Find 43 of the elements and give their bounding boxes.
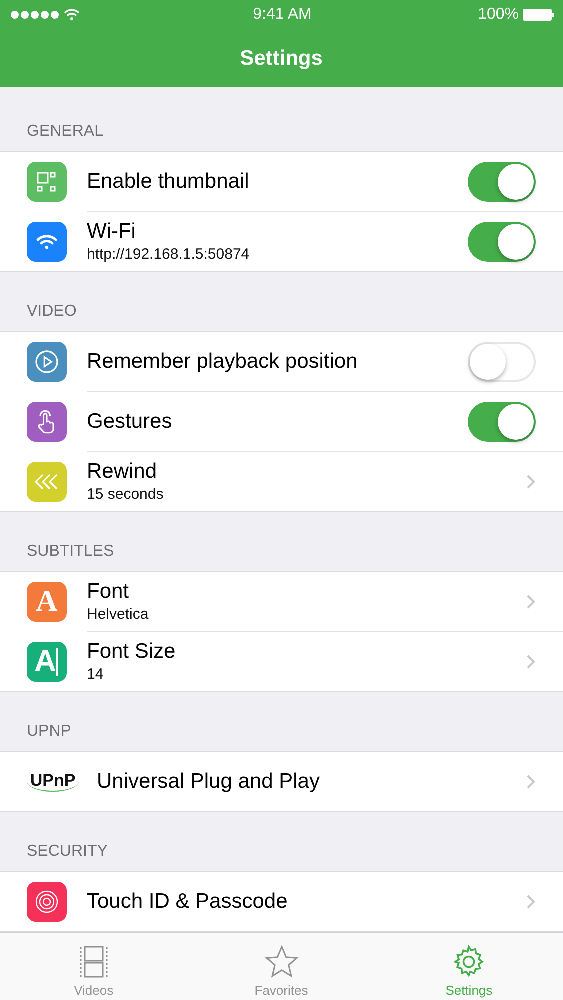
section-header: UPNP	[27, 723, 72, 740]
status-time: 9:41 AM	[253, 6, 312, 24]
wifi-icon	[64, 9, 80, 21]
section-header: GENERAL	[27, 123, 104, 140]
font-size-icon: A	[27, 642, 67, 682]
fingerprint-icon	[27, 882, 67, 922]
section-header: VIDEO	[27, 303, 77, 320]
row-subtitle: Helvetica	[87, 606, 150, 623]
chevron-icon	[526, 774, 536, 790]
toggle-switch[interactable]	[468, 402, 536, 442]
toggle-switch[interactable]	[468, 222, 536, 262]
upnp-logo: UPnP	[27, 771, 79, 792]
row-title[interactable]: Enable thumbnail	[87, 170, 468, 194]
star-icon	[264, 944, 300, 980]
row-title[interactable]: Rewind	[87, 460, 526, 484]
row-title[interactable]: Gestures	[87, 410, 468, 434]
chevron-icon	[526, 474, 536, 490]
row-title[interactable]: Wi-Fi	[87, 220, 468, 244]
nav-title: Settings	[240, 46, 323, 70]
play-icon	[27, 342, 67, 382]
chevron-icon	[526, 594, 536, 610]
wifi-icon	[27, 222, 67, 262]
row-title[interactable]: Touch ID & Passcode	[87, 890, 526, 914]
row-title[interactable]: Universal Plug and Play	[97, 770, 526, 794]
row-title[interactable]: Font Size	[87, 640, 526, 664]
hand-icon	[27, 402, 67, 442]
section-header: SECURITY	[27, 843, 108, 860]
signal-icon	[10, 10, 60, 20]
battery-icon	[523, 9, 556, 21]
thumbnail-icon	[27, 162, 67, 202]
battery-percent: 100%	[478, 6, 520, 24]
row-subtitle: http://192.168.1.5:50874	[87, 246, 251, 263]
rewind-icon	[27, 462, 67, 502]
toggle-switch[interactable]	[468, 342, 536, 382]
toggle-switch[interactable]	[468, 162, 536, 202]
row-subtitle: 15 seconds	[87, 486, 165, 503]
row-title[interactable]: Remember playback position	[87, 350, 468, 374]
chevron-icon	[526, 894, 536, 910]
row-title[interactable]: Font	[87, 580, 526, 604]
chevron-icon	[526, 654, 536, 670]
section-header: SUBTITLES	[27, 543, 114, 560]
font-icon: A	[27, 582, 67, 622]
row-subtitle: 14	[87, 666, 105, 683]
